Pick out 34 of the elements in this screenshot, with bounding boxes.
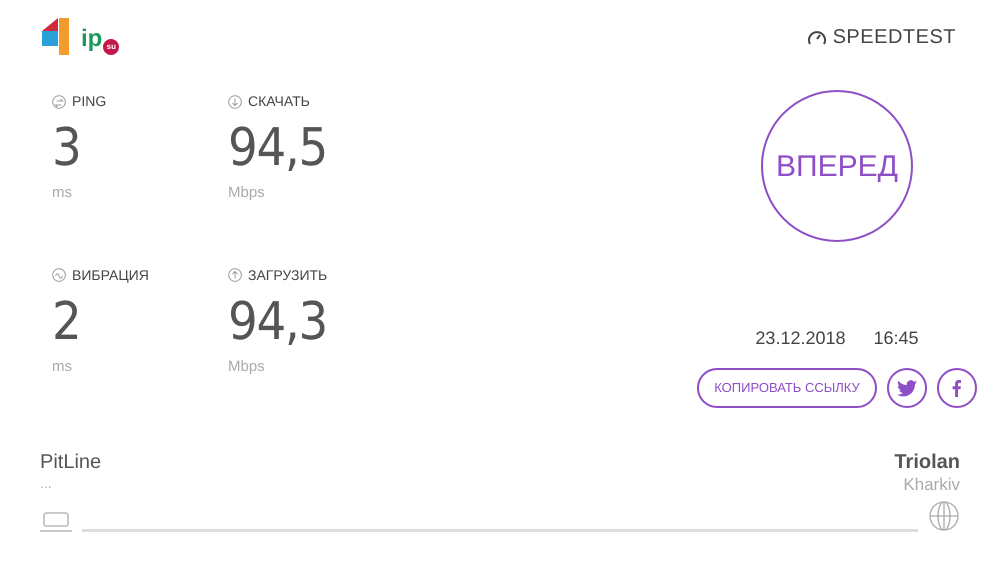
- exchange-icon: [52, 94, 66, 108]
- metric-value: 94,3: [228, 290, 327, 354]
- laptop-icon: [40, 512, 72, 532]
- metric-unit: Mbps: [228, 183, 265, 203]
- bird-icon: [896, 380, 917, 396]
- metric-value: 2: [52, 290, 80, 354]
- metric-value: 3: [52, 117, 80, 180]
- metric-unit: ms: [52, 183, 72, 203]
- metric-label: PING: [72, 92, 106, 111]
- server-name: Triolan: [894, 450, 960, 474]
- letter-f-icon: [952, 380, 962, 396]
- test-date: 23.12.2018: [755, 327, 846, 350]
- metric-unit: Mbps: [228, 356, 265, 376]
- metric-label: СКАЧАТЬ: [248, 92, 310, 111]
- go-button[interactable]: ВПЕРЕД: [761, 90, 913, 242]
- logo-badge: su: [103, 39, 120, 55]
- gauge-icon: [806, 28, 827, 46]
- server-location: Kharkiv: [903, 474, 960, 496]
- wave-icon: [52, 268, 66, 282]
- brand-name: SPEEDTEST: [832, 25, 956, 50]
- client-name: PitLine: [40, 450, 102, 474]
- metric-label: ВИБРАЦИЯ: [72, 266, 149, 285]
- upload-icon: [228, 268, 242, 282]
- client-detail: ...: [40, 474, 53, 492]
- facebook-button[interactable]: [936, 368, 977, 408]
- logo-text: ip: [81, 27, 102, 51]
- metric-label: ЗАГРУЗИТЬ: [248, 266, 328, 284]
- globe-icon: [928, 500, 960, 532]
- copy-link-button[interactable]: КОПИРОВАТЬ ССЫЛКУ: [697, 368, 877, 408]
- test-time: 16:45: [874, 327, 919, 350]
- metric-unit: ms: [52, 356, 72, 376]
- download-icon: [228, 94, 242, 108]
- metric-value: 94,5: [228, 117, 327, 180]
- twitter-button[interactable]: [886, 368, 927, 408]
